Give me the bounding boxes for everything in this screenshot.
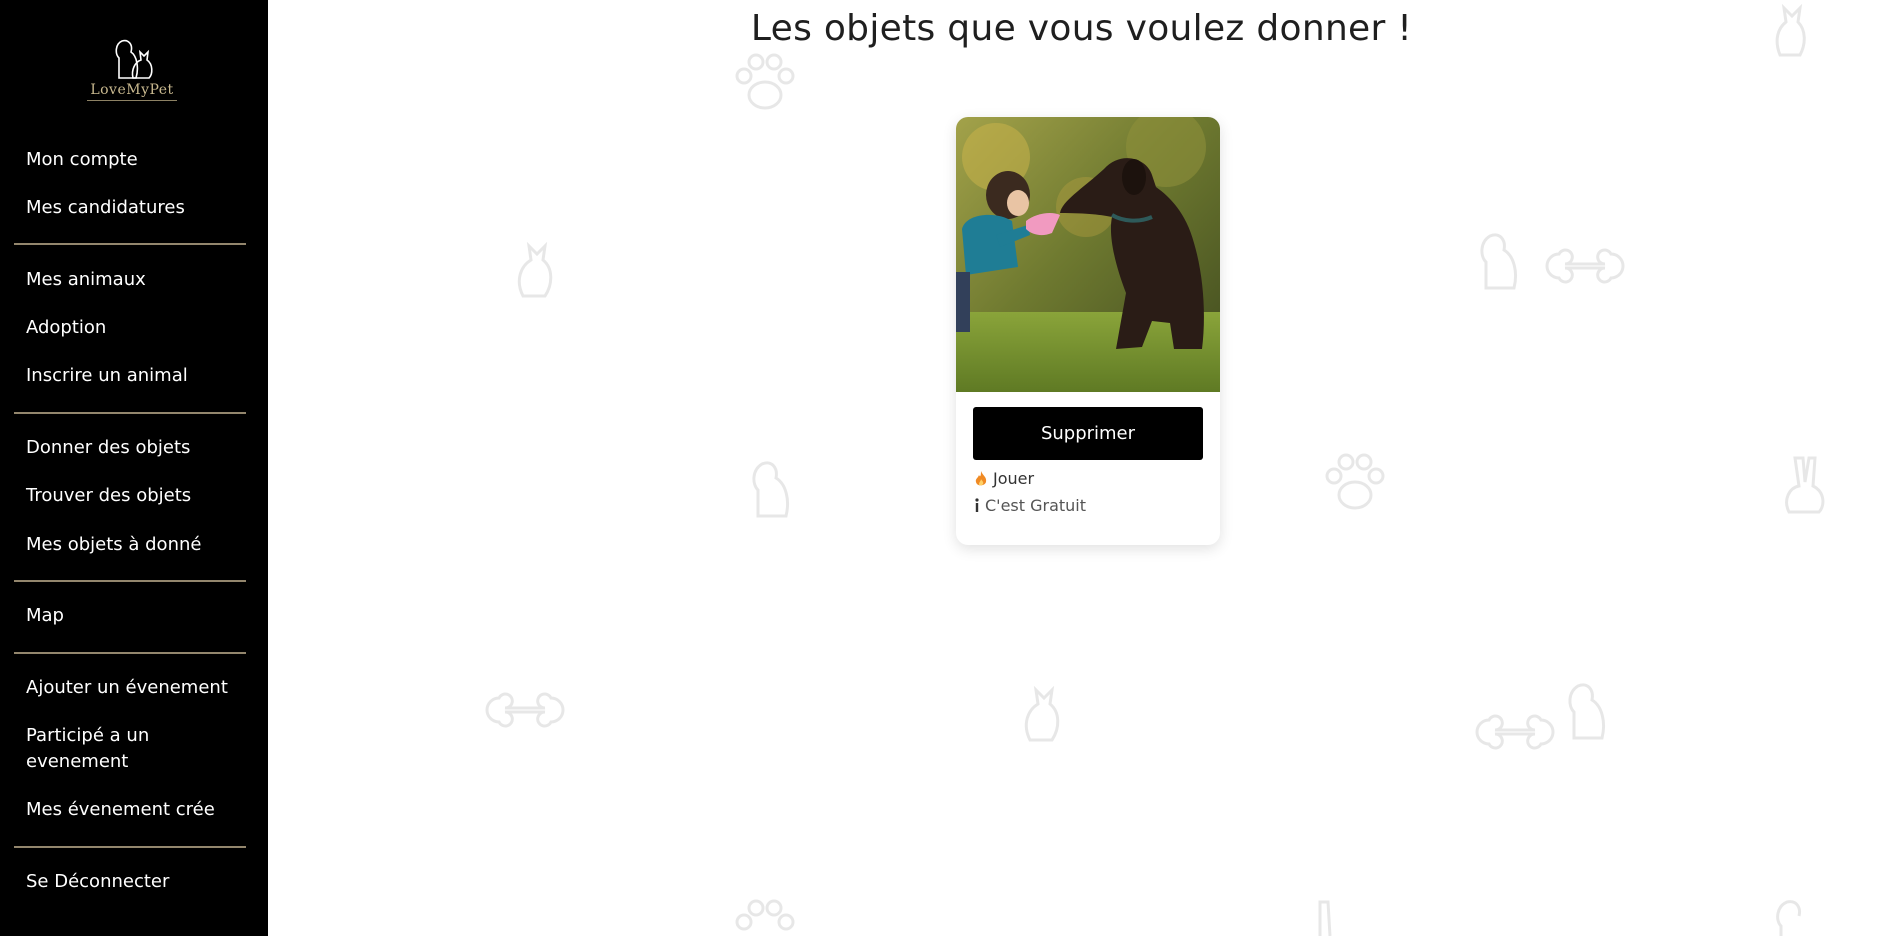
item-photo [956, 117, 1220, 392]
sidebar-item-trouver-objets[interactable]: Trouver des objets [26, 483, 246, 509]
sidebar-item-map[interactable]: Map [26, 603, 246, 629]
cat-watermark-icon [505, 236, 565, 300]
rabbit-watermark-icon [1775, 452, 1833, 516]
flame-icon [973, 470, 989, 488]
sidebar-item-se-deconnecter[interactable]: Se Déconnecter [26, 869, 246, 895]
bone-watermark-icon [1475, 712, 1555, 752]
sidebar: LoveMyPet Mon compte Mes candidatures Me… [0, 0, 268, 936]
sidebar-item-mon-compte[interactable]: Mon compte [26, 147, 246, 173]
sidebar-item-mes-evenement-cree[interactable]: Mes évenement crée [26, 797, 246, 823]
sidebar-divider [14, 846, 246, 848]
dog-watermark-icon [742, 454, 800, 520]
sidebar-divider [14, 412, 246, 414]
paw-watermark-icon [1320, 450, 1390, 516]
sidebar-item-participe-evenement[interactable]: Participé a un evenement [26, 723, 246, 775]
sidebar-item-adoption[interactable]: Adoption [26, 315, 246, 341]
cat-watermark-icon [1012, 680, 1072, 744]
dog-watermark-icon [1558, 676, 1616, 742]
dog-watermark-icon [1470, 226, 1528, 292]
sidebar-item-inscrire-animal[interactable]: Inscrire un animal [26, 363, 246, 389]
sidebar-item-donner-objets[interactable]: Donner des objets [26, 435, 246, 461]
sidebar-divider [14, 243, 246, 245]
bone-watermark-icon [1545, 246, 1625, 286]
page-title: Les objets que vous voulez donner ! [750, 8, 1413, 49]
item-price-label: C'est Gratuit [985, 496, 1087, 515]
item-category: Jouer [973, 469, 1034, 488]
app-logo[interactable]: LoveMyPet [82, 36, 182, 110]
info-icon [973, 497, 981, 515]
dog-cat-logo-icon [115, 39, 153, 79]
paw-watermark-icon [730, 896, 800, 936]
paw-watermark-icon [730, 50, 800, 116]
sidebar-item-mes-animaux[interactable]: Mes animaux [26, 267, 246, 293]
sidebar-item-ajouter-evenement[interactable]: Ajouter un évenement [26, 675, 246, 701]
sidebar-divider [14, 652, 246, 654]
item-price: C'est Gratuit [973, 496, 1086, 515]
bone-watermark-icon [485, 690, 565, 730]
rabbit-watermark-icon [1300, 896, 1358, 936]
item-category-label: Jouer [993, 469, 1035, 488]
delete-button[interactable]: Supprimer [973, 407, 1203, 460]
sidebar-item-mes-objets-donne[interactable]: Mes objets à donné [26, 532, 246, 558]
sidebar-divider [14, 580, 246, 582]
dog-watermark-icon [1765, 896, 1823, 936]
logo-underline [87, 100, 177, 101]
item-card: Supprimer Jouer C'est Gratuit [956, 117, 1220, 545]
sidebar-item-mes-candidatures[interactable]: Mes candidatures [26, 195, 246, 221]
logo-text: LoveMyPet [90, 82, 174, 98]
